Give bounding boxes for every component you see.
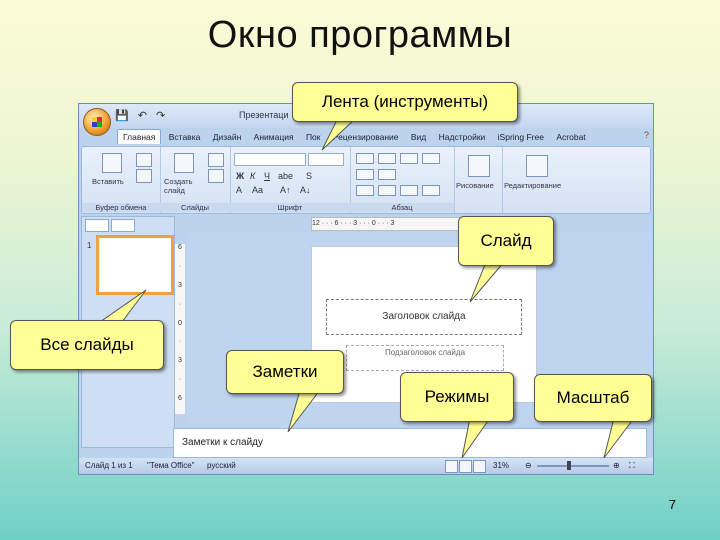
notes-callout-tail	[287, 389, 322, 433]
notes-callout-text: Заметки	[252, 362, 318, 381]
slide-callout-text: Слайд	[480, 231, 532, 250]
views-callout: Режимы	[400, 372, 514, 422]
all-slides-callout: Все слайды	[10, 320, 164, 370]
all-slides-callout-tail	[98, 289, 147, 323]
views-callout-text: Режимы	[424, 387, 490, 406]
callout-tails	[98, 117, 635, 459]
zoom-callout-tail	[603, 417, 635, 459]
zoom-callout-text: Масштаб	[556, 388, 630, 407]
slide-callout-tail	[469, 261, 506, 303]
ribbon-callout-text: Лента (инструменты)	[321, 92, 489, 111]
ribbon-callout-tail	[321, 117, 358, 151]
views-callout-tail	[461, 417, 491, 459]
slide-callout: Слайд	[458, 216, 554, 266]
zoom-callout: Масштаб	[534, 374, 652, 422]
all-slides-callout-text: Все слайды	[40, 335, 134, 354]
notes-callout: Заметки	[226, 350, 344, 394]
ribbon-callout: Лента (инструменты)	[292, 82, 518, 122]
